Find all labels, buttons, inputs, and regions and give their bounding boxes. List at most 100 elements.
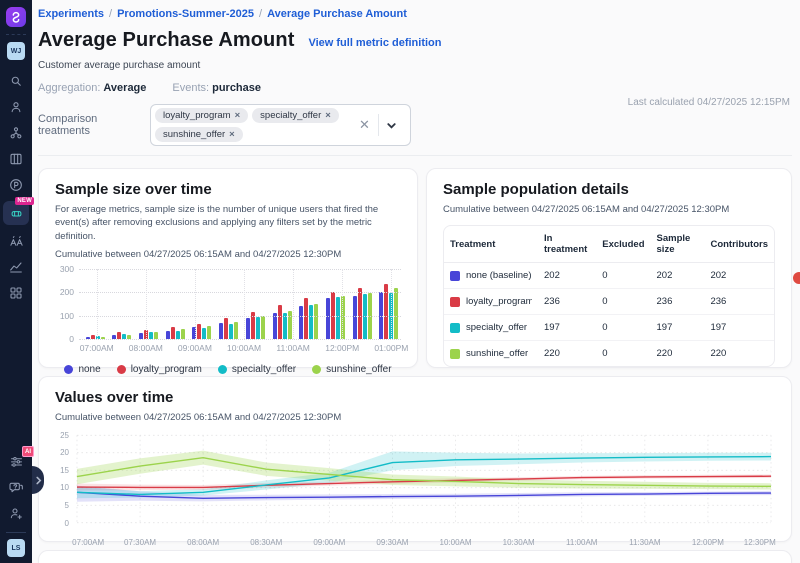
ai-badge: AI — [22, 446, 34, 457]
breadcrumb-item[interactable]: Promotions-Summer-2025 — [117, 8, 254, 20]
bar-none[interactable] — [273, 313, 277, 339]
bar-none[interactable] — [219, 323, 223, 339]
right-edge-alert-handle[interactable] — [793, 272, 800, 284]
breadcrumb-item[interactable]: Experiments — [38, 8, 104, 20]
bar-loyalty_program[interactable] — [304, 298, 308, 339]
bar-none[interactable] — [166, 331, 170, 339]
bar-group[interactable] — [299, 298, 319, 339]
bar-loyalty_program[interactable] — [358, 288, 362, 339]
bar-loyalty_program[interactable] — [278, 305, 282, 339]
bar-loyalty_program[interactable] — [197, 324, 201, 339]
bar-sunshine_offer[interactable] — [261, 316, 265, 339]
bar-specialty_offer[interactable] — [176, 331, 180, 339]
bar-specialty_offer[interactable] — [229, 324, 233, 339]
comparison-treatments-label: Comparison treatments — [38, 113, 150, 137]
bar-group[interactable] — [272, 305, 292, 339]
bar-group[interactable] — [138, 330, 158, 339]
pulse-icon[interactable] — [4, 174, 28, 196]
bar-group[interactable] — [219, 318, 239, 339]
treatment-chip[interactable]: sunshine_offer× — [155, 127, 243, 142]
treatment-swatch — [450, 297, 460, 307]
line-x-tick: 09:30AM — [376, 538, 408, 547]
bar-none[interactable] — [353, 296, 357, 339]
header-divider — [38, 155, 792, 156]
bar-none[interactable] — [246, 318, 250, 339]
bar-sunshine_offer[interactable] — [207, 326, 211, 339]
view-metric-definition-link[interactable]: View full metric definition — [308, 37, 441, 49]
gridline — [195, 269, 196, 339]
breadcrumb-item[interactable]: Average Purchase Amount — [267, 8, 407, 20]
workspace-avatar[interactable]: WJ — [7, 42, 25, 60]
bar-none[interactable] — [326, 298, 330, 339]
help-chat-icon[interactable] — [4, 476, 28, 498]
bar-group[interactable] — [352, 288, 372, 339]
sample-size-bar-chart: 3002001000 — [55, 269, 401, 339]
table-cell: 0 — [596, 289, 650, 315]
sidebar-divider — [6, 34, 26, 35]
line-y-tick: 15 — [60, 466, 69, 475]
table-row[interactable]: none (baseline)2020202202 — [444, 263, 774, 289]
treatment-chip[interactable]: loyalty_program× — [155, 108, 248, 123]
bar-sunshine_offer[interactable] — [314, 304, 318, 339]
legend-item[interactable]: sunshine_offer — [312, 364, 391, 375]
table-cell: 202 — [651, 263, 705, 289]
feature-gates-icon[interactable] — [4, 122, 28, 144]
comparison-treatments-select[interactable]: loyalty_program× specialty_offer× sunshine… — [150, 104, 411, 146]
search-icon[interactable] — [4, 70, 28, 92]
gridline — [79, 316, 401, 317]
bar-sunshine_offer[interactable] — [394, 288, 398, 339]
bar-sunshine_offer[interactable] — [181, 329, 185, 339]
bar-x-tick: 07:00AM — [80, 343, 114, 353]
table-header: Sample size — [651, 226, 705, 263]
last-calculated: Last calculated 04/27/2025 12:15PM — [628, 97, 790, 108]
statsig-logo[interactable] — [6, 7, 26, 27]
values-line-chart: 2520151050 — [55, 431, 775, 536]
table-row[interactable]: sunshine_offer2200220220 — [444, 341, 774, 367]
bar-specialty_offer[interactable] — [363, 294, 367, 339]
values-title: Values over time — [55, 389, 775, 406]
columns-icon[interactable] — [4, 148, 28, 170]
users-icon[interactable] — [4, 96, 28, 118]
legend-item[interactable]: specialty_offer — [218, 364, 296, 375]
bar-sunshine_offer[interactable] — [154, 332, 158, 339]
holdouts-icon[interactable] — [4, 230, 28, 252]
treatment-swatch — [450, 271, 460, 281]
table-cell: 0 — [596, 263, 650, 289]
line-x-tick: 10:30AM — [503, 538, 535, 547]
bar-specialty_offer[interactable] — [256, 317, 260, 338]
bar-specialty_offer[interactable] — [202, 328, 206, 339]
bar-none[interactable] — [299, 306, 303, 339]
bar-group[interactable] — [112, 332, 132, 339]
experiments-icon-selected[interactable]: NEW — [3, 201, 29, 225]
treatment-name: none (baseline) — [466, 270, 532, 281]
table-cell: 0 — [596, 315, 650, 341]
invite-user-icon[interactable] — [4, 502, 28, 524]
bar-loyalty_program[interactable] — [224, 318, 228, 339]
table-cell: 0 — [596, 341, 650, 367]
bar-x-tick: 10:00AM — [227, 343, 261, 353]
bar-group[interactable] — [165, 327, 185, 339]
bar-loyalty_program[interactable] — [171, 327, 175, 339]
treatment-chip[interactable]: specialty_offer× — [252, 108, 339, 123]
chip-remove-icon[interactable]: × — [235, 110, 241, 121]
bar-sunshine_offer[interactable] — [234, 322, 238, 339]
chip-remove-icon[interactable]: × — [325, 110, 331, 121]
bar-specialty_offer[interactable] — [336, 297, 340, 339]
user-avatar[interactable]: LS — [7, 539, 25, 557]
ai-assistant-icon[interactable]: AI — [4, 450, 28, 472]
legend-item[interactable]: none — [64, 364, 100, 375]
clear-all-icon[interactable]: ✕ — [351, 117, 378, 133]
page-title: Average Purchase Amount — [38, 29, 294, 52]
table-row[interactable]: specialty_offer1970197197 — [444, 315, 774, 341]
bar-loyalty_program[interactable] — [117, 332, 121, 339]
dashboards-icon[interactable] — [4, 282, 28, 304]
population-table: TreatmentIn treatmentExcludedSample size… — [443, 225, 775, 367]
line-y-tick: 10 — [60, 483, 69, 492]
table-row[interactable]: loyalty_program2360236236 — [444, 289, 774, 315]
chip-remove-icon[interactable]: × — [229, 129, 235, 140]
events-label: Events: — [172, 82, 209, 94]
metrics-icon[interactable] — [4, 256, 28, 278]
bar-specialty_offer[interactable] — [309, 305, 313, 339]
chevron-down-icon[interactable] — [379, 120, 404, 131]
legend-item[interactable]: loyalty_program — [117, 364, 202, 375]
